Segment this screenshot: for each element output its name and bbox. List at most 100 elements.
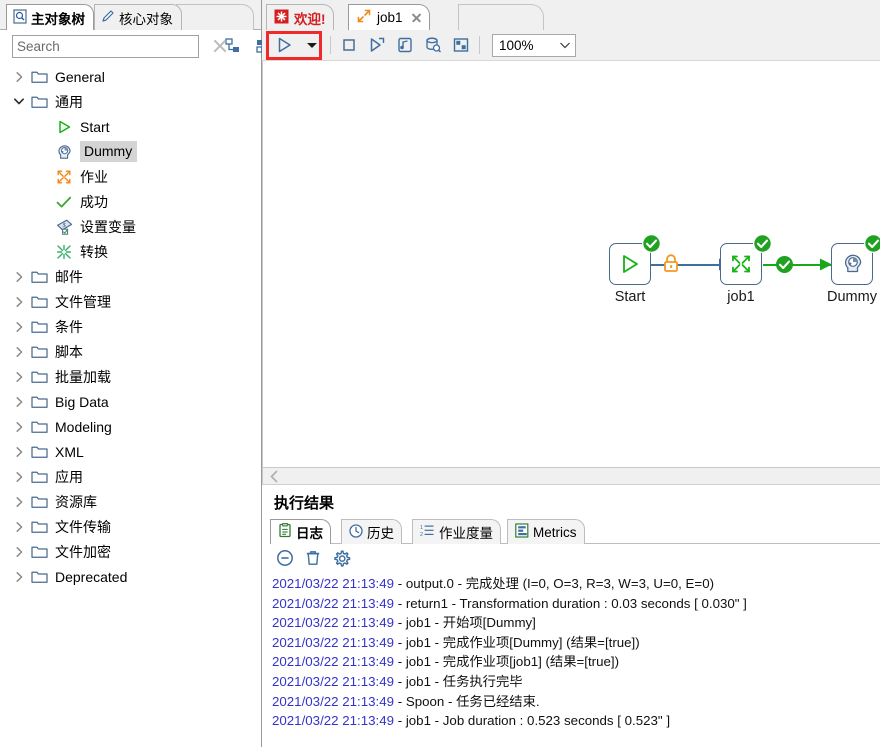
tree-item-label: 设置变量 [80,218,136,235]
editor-tabstrip-filler [458,4,544,30]
close-icon[interactable] [411,12,422,23]
tab-core-objects-label: 核心对象 [119,11,173,27]
tree-item-label: 应用 [55,468,83,485]
debug-button[interactable] [391,33,419,58]
tree-item-文件传输[interactable]: 文件传输 [0,514,261,539]
chevron-right-icon[interactable] [10,518,28,536]
tree-item-转换[interactable]: 转换 [0,239,261,264]
lock-icon[interactable] [662,253,680,273]
run-options-dropdown[interactable] [298,33,326,58]
folder-icon [28,344,50,359]
folder-icon [28,519,50,534]
tree-item-文件加密[interactable]: 文件加密 [0,539,261,564]
document-tree-icon [13,8,27,27]
tree-item-脚本[interactable]: 脚本 [0,339,261,364]
folder-icon [28,394,50,409]
pencil-icon [101,9,115,27]
log-line: 2021/03/22 21:13:49 - job1 - 完成作业项[job1]… [266,652,880,672]
chevron-down-icon[interactable] [10,93,28,111]
log-output[interactable]: 2021/03/22 21:13:49 - output.0 - 完成处理 (I… [262,572,880,731]
tab-main-object-tree[interactable]: 主对象树 [6,4,94,30]
clear-log-button[interactable] [274,547,296,569]
chevron-right-icon[interactable] [10,343,28,361]
tab-metrics[interactable]: Metrics [507,519,585,544]
results-tabstrip: 日志 历史 1 2 作业度量 Metrics [270,519,880,544]
log-timestamp: 2021/03/22 21:13:49 [272,634,395,650]
tree-item-deprecated[interactable]: Deprecated [0,564,261,589]
folder-icon [30,494,48,509]
folder-icon [28,269,50,284]
job-arrows-icon [356,8,372,27]
tab-core-objects[interactable]: 核心对象 [94,4,182,30]
folder-icon [28,369,50,384]
tab-job-metrics[interactable]: 1 2 作业度量 [412,519,501,544]
canvas-node-start[interactable]: Start [609,234,661,305]
tree-item-label: Deprecated [55,568,128,585]
chevron-right-icon[interactable] [10,393,28,411]
log-settings-button[interactable] [330,547,352,569]
tree-item-作业[interactable]: 作业 [0,164,261,189]
tab-job1[interactable]: job1 [348,4,430,30]
tree-item-文件管理[interactable]: 文件管理 [0,289,261,314]
chevron-left-icon[interactable] [269,470,280,483]
tree-item-批量加载[interactable]: 批量加载 [0,364,261,389]
tree-item-成功[interactable]: 成功 [0,189,261,214]
chevron-right-icon[interactable] [10,543,28,561]
tree-item-dummy[interactable]: Dummy [0,139,261,164]
tree-item-邮件[interactable]: 邮件 [0,264,261,289]
tree-item-条件[interactable]: 条件 [0,314,261,339]
tab-job-metrics-label: 作业度量 [439,526,493,541]
zoom-level-dropdown[interactable]: 100% [492,33,576,57]
tree-item-应用[interactable]: 应用 [0,464,261,489]
tree-item-start[interactable]: Start [0,114,261,139]
canvas-horizontal-scrollbar[interactable] [262,467,880,484]
log-toolbar [262,544,880,572]
chevron-right-icon[interactable] [10,443,28,461]
canvas-node-job1[interactable]: job1 [720,234,772,305]
chevron-right-icon[interactable] [10,318,28,336]
chevron-right-icon[interactable] [10,418,28,436]
tree-item-设置变量[interactable]: $ 设置变量 [0,214,261,239]
search-input[interactable] [12,34,199,58]
collapse-all-icon[interactable] [223,37,243,55]
chevron-right-icon[interactable] [10,493,28,511]
tree-item-通用[interactable]: 通用 [0,89,261,114]
preview-button[interactable] [363,33,391,58]
tree-item-big-data[interactable]: Big Data [0,389,261,414]
schedule-button[interactable] [447,33,475,58]
tab-history[interactable]: 历史 [341,519,402,544]
object-tree[interactable]: General 通用 Start Dummy 作业成功 $ 设置变量 转换 邮件 文件管理 条件 脚本… [0,62,261,747]
chevron-right-icon[interactable] [10,368,28,386]
tree-item-资源库[interactable]: 资源库 [0,489,261,514]
tab-job1-label: job1 [377,10,403,25]
tabstrip-filler [176,4,254,30]
job-canvas[interactable]: Start job1 Dummy [262,61,880,467]
delete-log-button[interactable] [302,547,324,569]
tree-item-modeling[interactable]: Modeling [0,414,261,439]
folder-icon [30,569,48,584]
tab-welcome[interactable]: 欢迎! [266,4,334,30]
log-message: - return1 - Transformation duration : 0.… [394,595,747,611]
folder-icon [30,469,48,484]
run-button[interactable] [270,33,298,58]
job-arrows-icon [55,168,73,186]
chevron-right-icon[interactable] [10,68,28,86]
folder-icon [30,294,48,309]
folder-icon [28,319,50,334]
canvas-node-dummy[interactable]: Dummy [827,234,880,305]
chevron-right-icon[interactable] [10,568,28,586]
search-row [0,30,273,62]
log-timestamp: 2021/03/22 21:13:49 [272,615,395,631]
chevron-right-icon[interactable] [10,293,28,311]
tree-item-label: Start [80,118,110,135]
replay-button[interactable] [419,33,447,58]
tree-item-label: 作业 [80,168,108,185]
stop-button[interactable] [335,33,363,58]
tree-item-xml[interactable]: XML [0,439,261,464]
start-triangle-icon [623,255,638,273]
chevron-right-icon[interactable] [10,468,28,486]
tree-item-general[interactable]: General [0,64,261,89]
tab-log[interactable]: 日志 [270,519,331,544]
chevron-right-icon[interactable] [10,268,28,286]
execution-results-panel: 执行结果 日志 历史 1 2 作业度量 Metrics 2021/03/22 2… [262,484,880,731]
